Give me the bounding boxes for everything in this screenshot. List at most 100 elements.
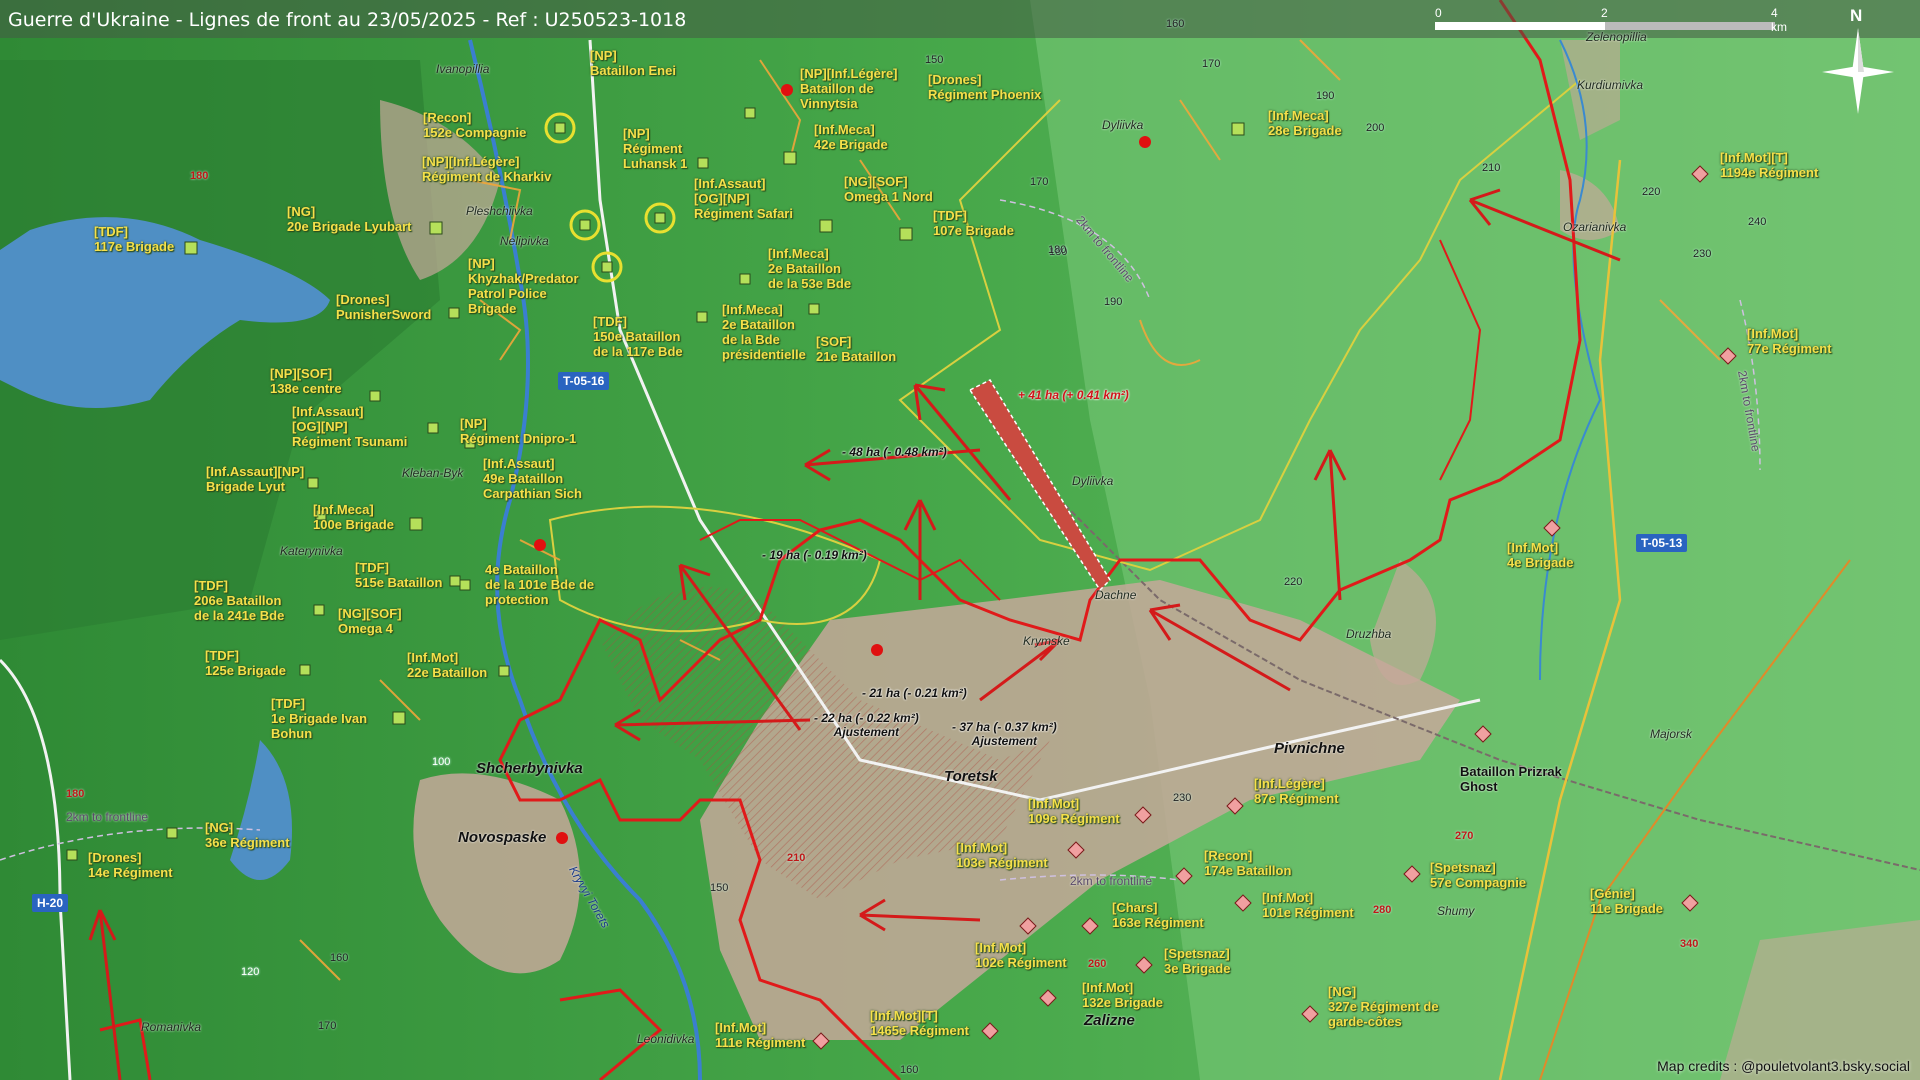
place-label: Ivanopillia — [436, 62, 490, 76]
scale-label-0: 0 — [1435, 6, 1442, 20]
unit-label: [TDF] 150e Bataillon de la 117e Bde — [593, 314, 683, 359]
unit-label: [NG][SOF] Omega 4 — [338, 606, 402, 636]
unit-label: [Inf.Légère] 87e Régiment — [1254, 776, 1339, 806]
unit-label: [Inf.Mot] 4e Brigade — [1507, 540, 1574, 570]
elevation-label: 170 — [1202, 58, 1221, 70]
unit-label: [NP][Inf.Légère] Régiment de Kharkiv — [422, 154, 552, 184]
place-label: Leonidivka — [637, 1032, 695, 1046]
unit-label: [Inf.Mot] 132e Brigade — [1082, 980, 1163, 1010]
elevation-label: 190 — [1316, 90, 1335, 102]
elevation-label: 240 — [1748, 216, 1767, 228]
unit-label: [TDF] 515e Bataillon — [355, 560, 443, 590]
unit-label: [TDF] 107e Brigade — [933, 208, 1014, 238]
north-label: N — [1850, 6, 1863, 25]
unit-label: [Inf.Assaut] [OG][NP] Régiment Tsunami — [292, 404, 408, 449]
elevation-label: 220 — [1284, 576, 1303, 588]
place-label: Majorsk — [1650, 727, 1693, 741]
elevation-label: 280 — [1373, 904, 1392, 916]
area-change-label: - 21 ha (- 0.21 km²) — [862, 686, 967, 700]
unit-label: [Inf.Mot][T] 1465e Régiment — [870, 1008, 969, 1038]
unit-label: [NP] Régiment Luhansk 1 — [623, 126, 688, 171]
unit-label: [TDF] 206e Bataillon de la 241e Bde — [194, 578, 285, 623]
unit-label: [Inf.Mot] 102e Régiment — [975, 940, 1067, 970]
area-change-label: - 22 ha (- 0.22 km²) Ajustement — [814, 711, 919, 739]
unit-label: [NP] Khyzhak/Predator Patrol Police Brig… — [468, 256, 579, 316]
elevation-label: 150 — [710, 882, 729, 894]
unit-label: [NG] 327e Régiment de garde-côtes — [1328, 984, 1439, 1029]
unit-label: [NP][Inf.Légère] Bataillon de Vinnytsia — [800, 66, 898, 111]
elevation-label: 210 — [787, 852, 806, 864]
unit-label: [Spetsnaz] 57e Compagnie — [1430, 860, 1527, 890]
unit-label: [Chars] 163e Régiment — [1112, 900, 1204, 930]
elevation-label: 180 — [1048, 244, 1067, 256]
unit-label: [Inf.Mot] 109e Régiment — [1028, 796, 1120, 826]
elevation-label: 160 — [900, 1064, 919, 1076]
unit-label: [Spetsnaz] 3e Brigade — [1164, 946, 1231, 976]
unit-label: [Inf.Meca] 2e Bataillon de la 53e Bde — [768, 246, 852, 291]
place-label: Nelipivka — [500, 234, 549, 248]
place-label-major: Pivnichne — [1274, 740, 1345, 757]
place-label-major: Novospaske — [458, 829, 547, 846]
road-badge: T-05-13 — [1636, 534, 1688, 552]
unit-label: [Inf.Mot] 103e Régiment — [956, 840, 1048, 870]
area-change-label: - 37 ha (- 0.37 km²) Ajustement — [952, 720, 1057, 748]
unit-label: [Inf.Mot] 101e Régiment — [1262, 890, 1354, 920]
unit-label: [Inf.Mot] 111e Régiment — [715, 1020, 806, 1050]
elevation-label: 120 — [241, 966, 260, 978]
frontline-distance-label: 2km to frontline — [66, 810, 149, 824]
area-change-label: + 41 ha (+ 0.41 km²) — [1018, 388, 1129, 402]
area-change-label: - 19 ha (- 0.19 km²) — [762, 548, 867, 562]
elevation-label: 270 — [1455, 830, 1474, 842]
unit-label: [Drones] Régiment Phoenix — [928, 72, 1042, 102]
elevation-label: 160 — [1166, 18, 1185, 30]
place-label: Druzhba — [1346, 627, 1392, 641]
elevation-label: 200 — [1366, 122, 1385, 134]
unit-label: [Inf.Mot] 77e Régiment — [1747, 326, 1832, 356]
elevation-label: 220 — [1642, 186, 1661, 198]
place-label: Dyliivka — [1102, 118, 1144, 132]
place-label-major: Toretsk — [944, 768, 998, 785]
unit-label: [Recon] 152e Compagnie — [423, 110, 527, 140]
unit-label: [NP][SOF] 138e centre — [270, 366, 342, 396]
unit-label: [NG] 20e Brigade Lyubart — [287, 204, 412, 234]
place-label-major: Zalizne — [1084, 1012, 1135, 1029]
unit-label: [NG] 36e Régiment — [205, 820, 290, 850]
elevation-label: 230 — [1173, 792, 1192, 804]
place-label: Ozarianivka — [1563, 220, 1627, 234]
unit-label: [SOF] 21e Bataillon — [816, 334, 897, 364]
unit-label: [Inf.Assaut][NP] Brigade Lyut — [206, 464, 305, 494]
north-arrow-icon: N — [1818, 6, 1898, 120]
unit-label: [NP] Bataillon Enei — [590, 48, 676, 78]
elevation-label: 150 — [925, 54, 944, 66]
elevation-label: 340 — [1680, 938, 1699, 950]
unit-label: [Inf.Meca] 28e Brigade — [1268, 108, 1342, 138]
elevation-label: 100 — [432, 756, 451, 768]
frontline-distance-label: 2km to frontline — [1070, 874, 1153, 888]
place-label: Krymske — [1023, 634, 1070, 648]
basemap — [0, 0, 1920, 1080]
scale-label-2: 2 — [1601, 6, 1608, 20]
unit-label: [Génie] 11e Brigade — [1590, 886, 1663, 916]
place-label: Zelenopillia — [1586, 30, 1647, 44]
map-title: Guerre d'Ukraine - Lignes de front au 23… — [8, 9, 687, 31]
unit-label: [Drones] PunisherSword — [336, 292, 432, 322]
unit-label: [Inf.Meca] 2e Bataillon de la Bde présid… — [722, 302, 806, 362]
unit-label: [Inf.Meca] 100e Brigade — [313, 502, 394, 532]
place-label: Dachne — [1095, 588, 1137, 602]
elevation-label: 230 — [1693, 248, 1712, 260]
elevation-label: 170 — [318, 1020, 337, 1032]
unit-label: [Inf.Assaut] [OG][NP] Régiment Safari — [694, 176, 793, 221]
place-label: Kurdiumivka — [1577, 78, 1644, 92]
unit-label: [Inf.Meca] 42e Brigade — [814, 122, 888, 152]
unit-label: Bataillon Prizrak Ghost — [1460, 764, 1562, 794]
unit-label: [TDF] 125e Brigade — [205, 648, 286, 678]
road-badge: H-20 — [32, 894, 69, 912]
unit-label: [Inf.Assaut] 49e Bataillon Carpathian Si… — [483, 456, 582, 501]
area-change-label: - 48 ha (- 0.48 km²) — [842, 445, 947, 459]
place-label: Shumy — [1437, 904, 1475, 918]
elevation-label: 180 — [66, 788, 85, 800]
elevation-label: 260 — [1088, 958, 1107, 970]
unit-label: 4e Bataillon de la 101e Bde de protectio… — [485, 562, 595, 607]
unit-label: [Inf.Mot][T] 1194e Régiment — [1720, 150, 1819, 180]
map-view[interactable]: Guerre d'Ukraine - Lignes de front au 23… — [0, 0, 1920, 1080]
